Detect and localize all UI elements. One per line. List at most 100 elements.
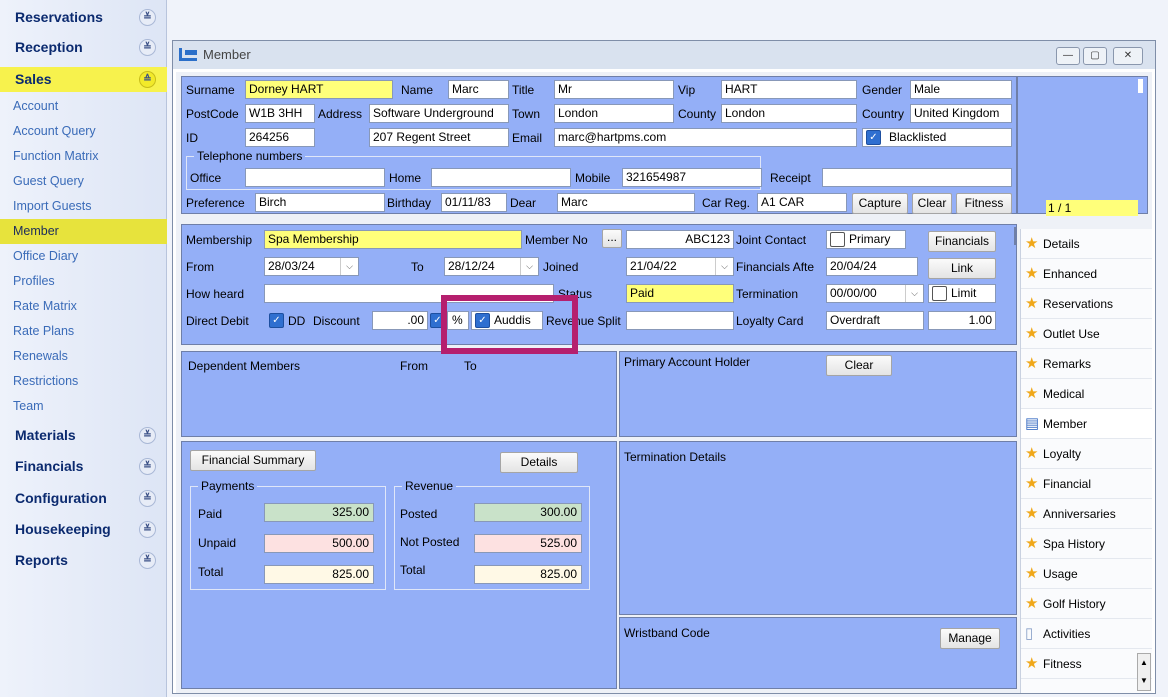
chevron-down-icon[interactable]: ⌵ (715, 258, 733, 275)
sidebar-section-housekeeping[interactable]: Housekeeping ≚ (0, 517, 167, 542)
financials-after-field[interactable]: 20/04/24 (826, 257, 918, 276)
chevron-down-icon[interactable]: ≚ (139, 490, 156, 507)
sidebar-item-guest-query[interactable]: Guest Query (0, 169, 167, 194)
loyalty-card-field[interactable]: Overdraft (826, 311, 924, 330)
chevron-down-icon[interactable]: ⌵ (905, 285, 923, 302)
sidebar-section-materials[interactable]: Materials ≚ (0, 423, 167, 448)
county-field[interactable]: London (721, 104, 857, 123)
sidebar-item-office-diary[interactable]: Office Diary (0, 244, 167, 269)
title-field[interactable]: Mr (554, 80, 674, 99)
country-field[interactable]: United Kingdom (910, 104, 1012, 123)
sidebar-section-sales[interactable]: Sales ≙ (0, 67, 167, 92)
sidebar-section-reservations[interactable]: Reservations ≚ (0, 5, 167, 30)
dear-field[interactable]: Marc (557, 193, 695, 212)
tab-medical[interactable]: ★ Medical (1021, 379, 1152, 409)
manage-button[interactable]: Manage (940, 628, 1000, 649)
status-field[interactable]: Paid (626, 284, 734, 303)
primary-checkbox[interactable] (830, 232, 845, 247)
chevron-down-icon[interactable]: ≚ (139, 521, 156, 538)
membership-scrollbar[interactable] (1014, 227, 1016, 245)
member-no-lookup-button[interactable]: ... (602, 229, 622, 248)
sidebar-item-import-guests[interactable]: Import Guests (0, 194, 167, 219)
capture-button[interactable]: Capture (852, 193, 908, 214)
sidebar-item-rate-matrix[interactable]: Rate Matrix (0, 294, 167, 319)
car-reg-field[interactable]: A1 CAR (757, 193, 847, 212)
email-field[interactable]: marc@hartpms.com (554, 128, 857, 147)
sidebar-item-renewals[interactable]: Renewals (0, 344, 167, 369)
to-date-field[interactable]: 28/12/24 ⌵ (444, 257, 539, 276)
sidebar-item-restrictions[interactable]: Restrictions (0, 369, 167, 394)
from-date-field[interactable]: 28/03/24 ⌵ (264, 257, 359, 276)
sidebar-section-configuration[interactable]: Configuration ≚ (0, 486, 167, 511)
chevron-down-icon[interactable]: ⌵ (340, 258, 358, 275)
tab-golf-history[interactable]: ★ Golf History (1021, 589, 1152, 619)
tab-reservations[interactable]: ★ Reservations (1021, 289, 1152, 319)
gender-field[interactable]: Male (910, 80, 1012, 99)
limit-checkbox[interactable] (932, 286, 947, 301)
sidebar-item-account-query[interactable]: Account Query (0, 119, 167, 144)
address2-field[interactable]: 207 Regent Street (369, 128, 509, 147)
home-field[interactable] (431, 168, 571, 187)
tab-financial[interactable]: ★ Financial (1021, 469, 1152, 499)
tab-spa-history[interactable]: ★ Spa History (1021, 529, 1152, 559)
sidebar-section-reports[interactable]: Reports ≚ (0, 548, 167, 573)
discount-field[interactable]: .00 (372, 311, 428, 330)
dd-checkbox[interactable]: ✓ (269, 313, 284, 328)
financial-summary-button[interactable]: Financial Summary (190, 450, 316, 471)
blacklisted-checkbox[interactable]: ✓ (866, 130, 881, 145)
financial-details-button[interactable]: Details (500, 452, 578, 473)
surname-field[interactable]: Dorney HART (245, 80, 393, 99)
sidebar-item-member[interactable]: Member (0, 219, 167, 244)
tab-usage[interactable]: ★ Usage (1021, 559, 1152, 589)
tab-fitness[interactable]: ★ Fitness (1021, 649, 1152, 679)
chevron-up-icon[interactable]: ≙ (139, 71, 156, 88)
revenue-split-field[interactable] (626, 311, 734, 330)
preference-field[interactable]: Birch (255, 193, 385, 212)
chevron-down-icon[interactable]: ≚ (139, 458, 156, 475)
sidebar-section-financials[interactable]: Financials ≚ (0, 454, 167, 479)
sidebar-section-reception[interactable]: Reception ≚ (0, 35, 167, 60)
minimize-button[interactable]: — (1056, 47, 1080, 65)
chevron-down-icon[interactable]: ≚ (139, 39, 156, 56)
tabs-scrollbar[interactable]: ▲ ▼ (1137, 653, 1151, 691)
fitness-button[interactable]: Fitness (956, 193, 1012, 214)
address1-field[interactable]: Software Underground (369, 104, 509, 123)
tab-enhanced[interactable]: ★ Enhanced (1021, 259, 1152, 289)
tab-anniversaries[interactable]: ★ Anniversaries (1021, 499, 1152, 529)
chevron-down-icon[interactable]: ≚ (139, 552, 156, 569)
name-field[interactable]: Marc (448, 80, 509, 99)
tab-outlet-use[interactable]: ★ Outlet Use (1021, 319, 1152, 349)
vip-field[interactable]: HART (721, 80, 857, 99)
birthday-field[interactable]: 01/11/83 (441, 193, 507, 212)
chevron-down-icon[interactable]: ⌵ (520, 258, 538, 275)
sidebar-item-profiles[interactable]: Profiles (0, 269, 167, 294)
sidebar-item-team[interactable]: Team (0, 394, 167, 419)
photo-scrollbar[interactable] (1138, 79, 1143, 93)
termination-date-field[interactable]: 00/00/00 ⌵ (826, 284, 924, 303)
receipt-field[interactable] (822, 168, 1012, 187)
close-button[interactable]: ✕ (1113, 47, 1143, 65)
office-field[interactable] (245, 168, 385, 187)
maximize-button[interactable]: ▢ (1083, 47, 1107, 65)
tab-loyalty[interactable]: ★ Loyalty (1021, 439, 1152, 469)
sidebar-item-account[interactable]: Account (0, 94, 167, 119)
financials-button[interactable]: Financials (928, 231, 996, 252)
tab-details[interactable]: ★ Details (1021, 229, 1152, 259)
title-bar[interactable]: Member — ▢ ✕ (173, 41, 1155, 69)
mobile-field[interactable]: 321654987 (622, 168, 762, 187)
membership-field[interactable]: Spa Membership (264, 230, 522, 249)
tab-member[interactable]: ▤ Member (1021, 409, 1152, 439)
tab-activities[interactable]: ▯ Activities (1021, 619, 1152, 649)
clear-photo-button[interactable]: Clear (912, 193, 952, 214)
sidebar-item-rate-plans[interactable]: Rate Plans (0, 319, 167, 344)
postcode-field[interactable]: W1B 3HH (245, 104, 315, 123)
tab-remarks[interactable]: ★ Remarks (1021, 349, 1152, 379)
primary-account-clear-button[interactable]: Clear (826, 355, 892, 376)
town-field[interactable]: London (554, 104, 674, 123)
joined-date-field[interactable]: 21/04/22 ⌵ (626, 257, 734, 276)
chevron-down-icon[interactable]: ≚ (139, 427, 156, 444)
loyalty-value-field[interactable]: 1.00 (928, 311, 996, 330)
member-no-field[interactable]: ABC123 (626, 230, 734, 249)
chevron-down-icon[interactable]: ≚ (139, 9, 156, 26)
link-button[interactable]: Link (928, 258, 996, 279)
